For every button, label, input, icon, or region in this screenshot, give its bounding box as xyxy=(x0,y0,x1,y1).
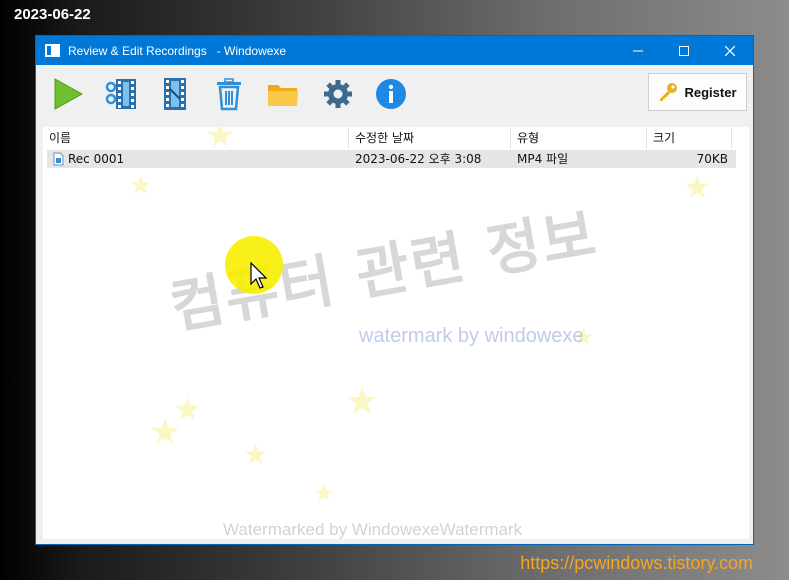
register-label: Register xyxy=(684,84,737,100)
recordings-list[interactable]: 이름 수정한 날짜 유형 크기 ^ Rec 0001 2023-06-22 오후… xyxy=(43,127,749,539)
row-size: 70KB xyxy=(696,152,728,166)
title-bar[interactable]: Review & Edit Recordings - Windowexe xyxy=(36,36,753,65)
column-header-modified[interactable]: 수정한 날짜 xyxy=(349,127,511,149)
list-header: 이름 수정한 날짜 유형 크기 ^ xyxy=(43,127,749,149)
app-window: Review & Edit Recordings - Windowexe Reg… xyxy=(35,35,754,545)
trash-icon xyxy=(217,78,241,111)
watermark-sub: watermark by windowexe xyxy=(359,325,584,347)
watermark-star-icon: ★ xyxy=(313,479,335,507)
row-type: MP4 파일 xyxy=(517,152,569,166)
column-header-size[interactable]: 크기 xyxy=(647,127,732,149)
file-icon xyxy=(53,152,64,166)
column-header-type[interactable]: 유형 xyxy=(511,127,647,149)
row-name-cell: Rec 0001 xyxy=(47,150,349,168)
about-button[interactable] xyxy=(373,76,409,112)
maximize-icon xyxy=(679,45,689,56)
watermark-star-icon: ★ xyxy=(149,412,182,453)
key-icon xyxy=(660,83,678,101)
info-icon xyxy=(376,79,406,109)
play-icon xyxy=(54,78,84,110)
mouse-cursor-icon xyxy=(250,262,268,289)
date-overlay: 2023-06-22 xyxy=(14,6,91,23)
register-button[interactable]: Register xyxy=(648,73,747,111)
film-cut-icon xyxy=(164,78,186,110)
play-button[interactable] xyxy=(50,76,86,112)
gear-icon xyxy=(324,80,352,108)
folder-icon xyxy=(268,85,298,106)
table-row[interactable]: Rec 0001 2023-06-22 오후 3:08 MP4 파일 70KB xyxy=(47,150,736,168)
film-join-icon xyxy=(105,79,136,109)
minimize-button[interactable] xyxy=(615,36,661,65)
row-modified: 2023-06-22 오후 3:08 xyxy=(355,152,482,166)
app-icon xyxy=(45,44,60,57)
open-folder-button[interactable] xyxy=(265,76,301,112)
url-overlay: https://pcwindows.tistory.com xyxy=(520,553,753,573)
toolbar: Register xyxy=(36,65,753,127)
delete-button[interactable] xyxy=(211,76,247,112)
watermark-bottom: Watermarked by WindowexeWatermark xyxy=(223,520,523,539)
row-name: Rec 0001 xyxy=(68,152,125,166)
maximize-button[interactable] xyxy=(661,36,707,65)
watermark-star-icon: ★ xyxy=(243,438,269,471)
watermark-star-icon: ★ xyxy=(683,168,712,206)
close-icon xyxy=(725,45,735,56)
sort-arrow-icon: ^ xyxy=(193,127,201,133)
settings-button[interactable] xyxy=(320,76,356,112)
minimize-icon xyxy=(633,50,643,51)
join-video-button[interactable] xyxy=(103,76,139,112)
close-button[interactable] xyxy=(707,36,753,65)
watermark-star-icon: ★ xyxy=(129,171,153,201)
cut-video-button[interactable] xyxy=(157,76,193,112)
window-title: Review & Edit Recordings - Windowexe xyxy=(68,43,287,58)
watermark-star-icon: ★ xyxy=(345,379,380,423)
